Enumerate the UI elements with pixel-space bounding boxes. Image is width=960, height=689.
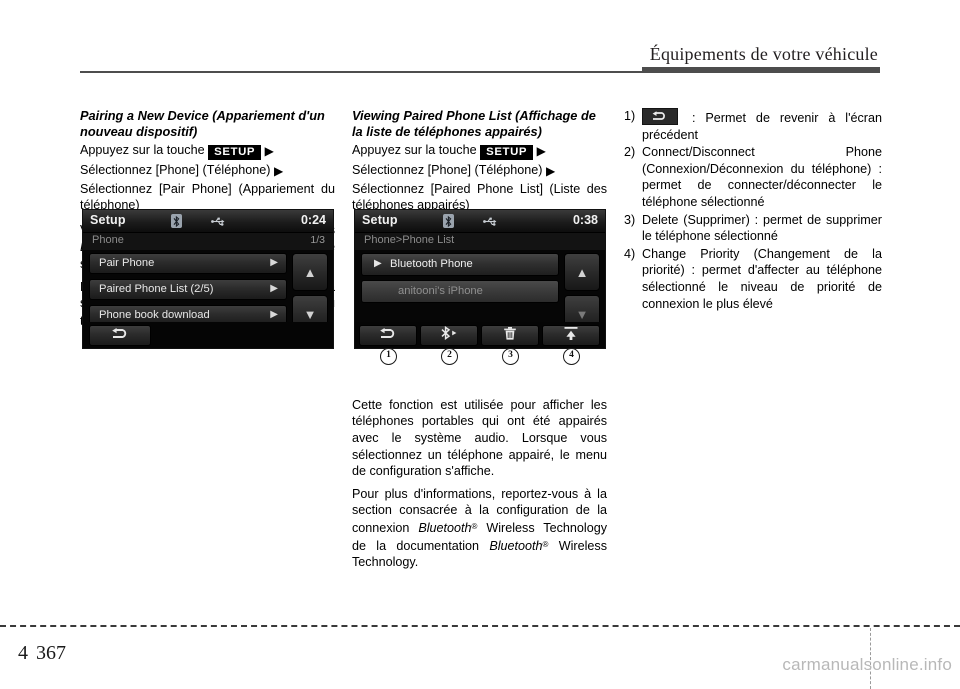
screen1-breadcrumb-text: Phone: [92, 234, 124, 246]
legend-item-4-text: Change Priority (Changement de la priori…: [642, 246, 882, 311]
trash-delete-icon: [503, 326, 517, 346]
header-rule-accent: [642, 67, 880, 73]
menu-item-paired-phone-list-label: Paired Phone List (2/5): [99, 283, 214, 295]
menu-item-pair-phone-label: Pair Phone: [99, 257, 155, 269]
setup-key-badge: SETUP: [480, 145, 534, 160]
callout-4: 4: [563, 348, 580, 365]
legend-item-4-number: 4): [624, 246, 636, 261]
menu-item-pair-phone[interactable]: Pair Phone ▶: [89, 253, 287, 274]
page-title: Équipements de votre véhicule: [649, 44, 878, 64]
legend-item-1-body: : Permet de revenir à l'écran précédent: [642, 108, 882, 143]
chevron-right-icon: ▶: [273, 164, 284, 178]
triangle-down-icon: ▼: [303, 306, 317, 322]
page-header: Équipements de votre véhicule: [0, 0, 960, 80]
bluetooth-icon: [443, 214, 454, 228]
setup-key-badge: SETUP: [208, 145, 262, 160]
chevron-right-icon: ▶: [545, 164, 556, 178]
phone-list-row-bluetooth-phone[interactable]: ▶ Bluetooth Phone: [361, 253, 559, 276]
screen2-breadcrumb-text: Phone>Phone List: [364, 234, 455, 246]
pairing-step-1: Appuyez sur la touche SETUP ▶: [80, 142, 335, 160]
page-number: 4 367: [18, 642, 66, 665]
chapter-number: 4: [18, 642, 28, 664]
bluetooth-connect-icon: [438, 325, 460, 345]
screen1-title: Setup: [90, 213, 126, 227]
legend-item-2: 2) Connect/Disconnect Phone (Connexion/D…: [624, 144, 882, 210]
viewing-step-1: Appuyez sur la touche SETUP ▶: [352, 142, 607, 160]
screen1-titlebar: Setup 0:24: [83, 210, 333, 233]
screen1-page-indicator: 1/3: [310, 234, 325, 246]
legend-item-1-number: 1): [624, 109, 636, 123]
legend-item-2-number: 2): [624, 145, 636, 160]
pairing-step-2-text: Sélectionnez [Phone] (Téléphone): [80, 163, 271, 177]
back-arrow-icon: [110, 327, 130, 345]
legend-item-2-text: Connect/Disconnect Phone (Connexion/Déco…: [642, 145, 882, 209]
triangle-up-icon: ▲: [575, 264, 589, 280]
screen1-clock: 0:24: [300, 213, 326, 227]
callout-1: 1: [380, 348, 397, 365]
triangle-down-icon: ▼: [575, 306, 589, 322]
chevron-right-icon: ▶: [270, 283, 278, 294]
chevron-right-icon: ▶: [536, 144, 546, 158]
pairing-step-2: Sélectionnez [Phone] (Téléphone) ▶: [80, 162, 335, 179]
phone-list-row-anitoonis-iphone[interactable]: anitooni's iPhone: [361, 280, 559, 303]
connect-disconnect-button[interactable]: [420, 325, 478, 346]
viewing-step-1-text: Appuyez sur la touche: [352, 143, 477, 157]
back-arrow-icon: [378, 327, 398, 345]
chevron-right-icon: ▶: [270, 309, 278, 320]
head-unit-screen-phone-list: Setup 0:38 Phone>Phone List ▶ Bluetooth: [354, 209, 606, 349]
bluetooth-wordmark: Bluetooth: [489, 538, 543, 553]
triangle-up-icon: ▲: [303, 264, 317, 280]
registered-mark: ®: [542, 539, 549, 549]
menu-item-paired-phone-list[interactable]: Paired Phone List (2/5) ▶: [89, 279, 287, 300]
screen2-breadcrumb: Phone>Phone List: [355, 233, 605, 250]
registered-mark: ®: [471, 521, 478, 531]
legend-item-3-text: Delete (Supprimer) : permet de supprimer…: [642, 212, 882, 244]
section-heading-paired-list: Viewing Paired Phone List (Affichage de …: [352, 108, 596, 139]
back-button[interactable]: [89, 325, 151, 346]
screen2-clock: 0:38: [572, 213, 598, 227]
legend-item-3-number: 3): [624, 212, 636, 227]
viewing-step-2: Sélectionnez [Phone] (Téléphone) ▶: [352, 162, 607, 179]
legend-list: 1) : Permet de revenir à l'écran précéde…: [624, 108, 882, 312]
chevron-right-icon: ▶: [270, 257, 278, 268]
viewing-paragraph-1: Cette fonction est utilisée pour affiche…: [352, 397, 607, 479]
column-right: 1) : Permet de revenir à l'écran précéde…: [624, 108, 882, 313]
change-priority-button[interactable]: [542, 325, 600, 346]
play-triangle-icon: ▶: [374, 258, 382, 269]
pairing-step-1-text: Appuyez sur la touche: [80, 143, 205, 157]
change-priority-icon: [563, 326, 579, 346]
bluetooth-wordmark: Bluetooth: [418, 520, 472, 535]
phone-list-row-bluetooth-phone-label: Bluetooth Phone: [390, 258, 473, 270]
screen2-title: Setup: [362, 213, 398, 227]
legend-item-1-text: : Permet de revenir à l'écran précédent: [642, 111, 882, 142]
back-button[interactable]: [359, 325, 417, 346]
legend-item-1: 1) : Permet de revenir à l'écran précéde…: [624, 108, 882, 143]
section-heading-pairing: Pairing a New Device (Appariement d'un n…: [80, 108, 325, 139]
callout-3: 3: [502, 348, 519, 365]
chevron-right-icon: ▶: [264, 144, 274, 158]
footer-divider: [0, 625, 960, 627]
menu-item-phone-book-download-label: Phone book download: [99, 309, 210, 321]
back-arrow-icon: [642, 108, 678, 125]
head-unit-screen-setup-phone: Setup 0:24 Phone 1/3 Pair Phone ▶ Paired…: [82, 209, 334, 349]
usb-icon: [483, 217, 498, 228]
phone-list-row-anitoonis-iphone-label: anitooni's iPhone: [398, 285, 483, 297]
folio-number: 367: [36, 642, 66, 664]
legend-item-4: 4) Change Priority (Changement de la pri…: [624, 246, 882, 312]
scroll-up-button[interactable]: ▲: [292, 253, 328, 291]
screen1-footer: [83, 322, 333, 348]
legend-item-3: 3) Delete (Supprimer) : permet de suppri…: [624, 212, 882, 245]
screen2-footer: [355, 322, 605, 348]
callout-2: 2: [441, 348, 458, 365]
viewing-paragraph-2: Pour plus d'informations, reportez-vous …: [352, 486, 607, 571]
watermark: carmanualsonline.info: [782, 655, 952, 674]
delete-button[interactable]: [481, 325, 539, 346]
viewing-step-2-text: Sélectionnez [Phone] (Téléphone): [352, 163, 543, 177]
bluetooth-icon: [171, 214, 182, 228]
screen1-breadcrumb: Phone 1/3: [83, 233, 333, 250]
screen2-titlebar: Setup 0:38: [355, 210, 605, 233]
usb-icon: [211, 217, 226, 228]
screen2-callout-numbers: 1 2 3 4: [354, 348, 606, 366]
scroll-up-button[interactable]: ▲: [564, 253, 600, 291]
